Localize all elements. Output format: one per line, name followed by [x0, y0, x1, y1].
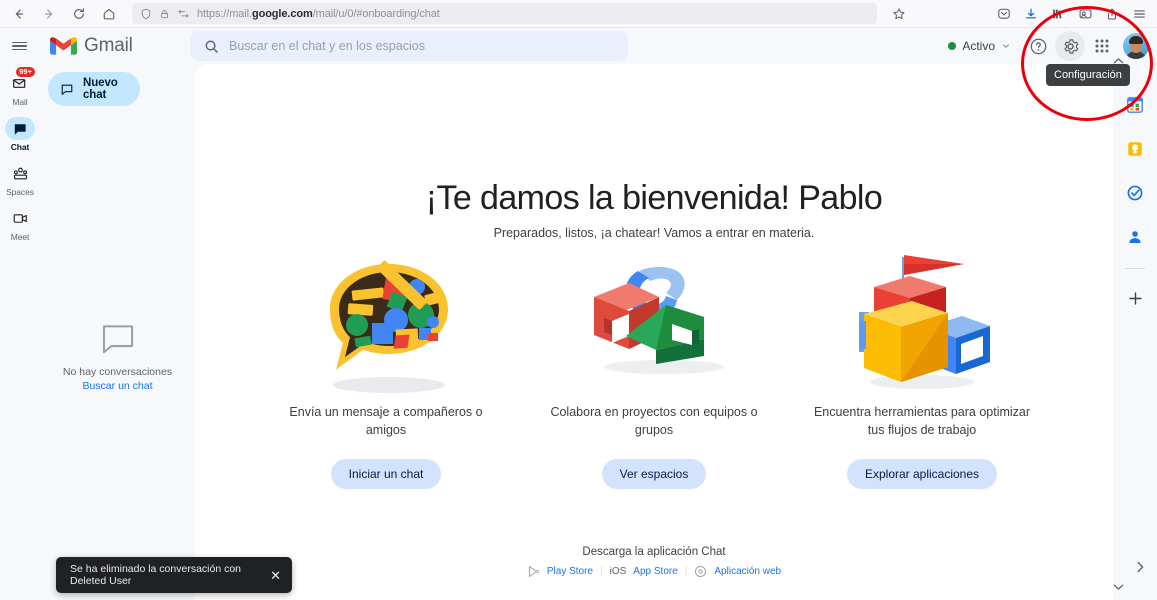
- google-calendar-icon[interactable]: [1120, 90, 1150, 120]
- sidebar-item-spaces[interactable]: Spaces: [0, 162, 40, 197]
- main-content: ¡Te damos la bienvenida! Pablo Preparado…: [195, 64, 1113, 600]
- sidebar-label-meet: Meet: [10, 232, 30, 242]
- reader-mode-icon[interactable]: [177, 8, 190, 20]
- account-icon[interactable]: [1072, 3, 1098, 25]
- feature-card-text: Colabora en proyectos con equipos o grup…: [550, 405, 758, 438]
- page-title: ¡Te damos la bienvenida! Pablo: [425, 179, 883, 217]
- share-icon[interactable]: [1099, 3, 1125, 25]
- play-store-icon: [528, 565, 539, 578]
- shapes-collaboration-illustration: [554, 249, 754, 399]
- sidebar-item-meet[interactable]: Meet: [0, 207, 40, 242]
- sidebar-item-mail[interactable]: 99+ Mail: [0, 66, 40, 107]
- browser-nav-buttons: [0, 3, 122, 25]
- settings-tooltip: Configuración: [1046, 64, 1130, 86]
- feature-card-text: Envía un mensaje a compañeros o amigos: [289, 405, 483, 438]
- search-input[interactable]: Buscar en el chat y en los espacios: [190, 31, 628, 61]
- web-app-icon: [695, 565, 707, 578]
- chevron-down-icon: [1003, 44, 1009, 48]
- new-chat-icon: [61, 84, 73, 95]
- home-button[interactable]: [95, 3, 122, 25]
- empty-chat-bubble-icon: [102, 325, 133, 354]
- feature-card-apps: Encuentra herramientas para optimizar tu…: [806, 249, 1038, 489]
- expand-panel-chevron-right-icon[interactable]: [1136, 561, 1145, 576]
- hamburger-menu-icon[interactable]: [1126, 3, 1152, 25]
- mail-unread-badge: 99+: [15, 66, 36, 78]
- url-text: https://mail.google.com/mail/u/0/#onboar…: [197, 7, 440, 20]
- left-nav-rail: 99+ Mail Chat Spaces Meet: [0, 64, 40, 600]
- feature-card-chat: Envía un mensaje a compañeros o amigos I…: [270, 249, 502, 489]
- chat-empty-state: No hay conversaciones Buscar un chat: [40, 324, 195, 392]
- meet-icon: [5, 207, 35, 230]
- shield-icon: [141, 8, 151, 19]
- search-placeholder: Buscar en el chat y en los espacios: [229, 39, 425, 53]
- blocks-flag-tools-illustration: [822, 249, 1022, 399]
- sidebar-label-spaces: Spaces: [6, 187, 34, 197]
- status-badge[interactable]: Activo: [944, 36, 1017, 56]
- play-store-link[interactable]: Play Store: [547, 566, 593, 577]
- web-app-link[interactable]: Aplicación web: [714, 566, 781, 577]
- bookmark-star-button[interactable]: [885, 3, 913, 25]
- sidebar-item-chat[interactable]: Chat: [0, 117, 40, 152]
- forward-button[interactable]: [35, 3, 62, 25]
- status-dot-icon: [948, 42, 957, 50]
- close-icon[interactable]: ✕: [270, 569, 281, 582]
- download-arrow-icon[interactable]: [1018, 3, 1044, 25]
- main-menu-icon[interactable]: [2, 29, 36, 63]
- find-chat-link[interactable]: Buscar un chat: [82, 380, 152, 392]
- sidebar-label-chat: Chat: [10, 142, 30, 152]
- start-chat-button[interactable]: Iniciar un chat: [330, 459, 442, 489]
- scroll-down-arrow[interactable]: [1113, 582, 1124, 594]
- google-contacts-icon[interactable]: [1120, 222, 1150, 252]
- gmail-envelope-icon: [50, 36, 77, 55]
- side-panel-rail: [1113, 64, 1157, 600]
- search-icon: [205, 40, 218, 53]
- speech-bubble-blocks-illustration: [286, 249, 486, 399]
- spaces-icon: [5, 162, 35, 185]
- new-chat-label: Nuevo chat: [83, 77, 118, 101]
- back-button[interactable]: [5, 3, 32, 25]
- download-title: Descarga la aplicación Chat: [582, 546, 726, 558]
- mail-icon: 99+: [5, 66, 36, 95]
- url-bar[interactable]: https://mail.google.com/mail/u/0/#onboar…: [132, 3, 877, 24]
- add-app-button[interactable]: [1120, 283, 1150, 313]
- app-store-link[interactable]: App Store: [633, 566, 677, 577]
- browser-toolbar: https://mail.google.com/mail/u/0/#onboar…: [0, 0, 1157, 28]
- toast-message: Se ha eliminado la conversación con Dele…: [70, 563, 242, 587]
- avatar[interactable]: [1123, 33, 1149, 59]
- new-chat-button[interactable]: Nuevo chat: [48, 72, 140, 106]
- explore-apps-button[interactable]: Explorar aplicaciones: [846, 459, 998, 489]
- gmail-wordmark: Gmail: [84, 35, 133, 56]
- settings-button[interactable]: [1055, 31, 1085, 61]
- chat-list-panel: Nuevo chat No hay conversaciones Buscar …: [40, 64, 195, 600]
- google-keep-icon[interactable]: [1120, 134, 1150, 164]
- status-label: Activo: [962, 39, 995, 53]
- divider: |: [600, 566, 603, 577]
- download-links: Play Store | iOS App Store | Aplicación …: [527, 565, 781, 578]
- ios-label: iOS: [609, 566, 627, 577]
- download-section: Descarga la aplicación Chat Play Store |…: [195, 546, 1113, 578]
- gmail-chat-app: Gmail Buscar en el chat y en los espacio…: [0, 28, 1157, 600]
- app-header: Gmail Buscar en el chat y en los espacio…: [0, 28, 1157, 64]
- toast-notification: Se ha eliminado la conversación con Dele…: [56, 557, 292, 593]
- divider: |: [684, 566, 688, 577]
- gmail-logo[interactable]: Gmail: [50, 35, 133, 57]
- feature-card-text: Encuentra herramientas para optimizar tu…: [813, 405, 1031, 438]
- reload-button[interactable]: [65, 3, 92, 25]
- chat-icon: [5, 117, 35, 140]
- rail-divider: [1125, 268, 1145, 269]
- help-button[interactable]: [1023, 31, 1053, 61]
- sidebar-label-mail: Mail: [12, 97, 28, 107]
- feature-cards: Envía un mensaje a compañeros o amigos I…: [195, 249, 1113, 489]
- google-tasks-icon[interactable]: [1120, 178, 1150, 208]
- empty-state-text: No hay conversaciones: [62, 366, 173, 378]
- page-subtitle: Preparados, listos, ¡a chatear! Vamos a …: [493, 226, 815, 240]
- browser-toolbar-right: [991, 3, 1157, 25]
- library-icon[interactable]: [1045, 3, 1071, 25]
- view-spaces-button[interactable]: Ver espacios: [601, 459, 707, 489]
- feature-card-spaces: Colabora en proyectos con equipos o grup…: [538, 249, 770, 489]
- pocket-save-icon[interactable]: [991, 3, 1017, 25]
- lock-icon: [160, 9, 169, 18]
